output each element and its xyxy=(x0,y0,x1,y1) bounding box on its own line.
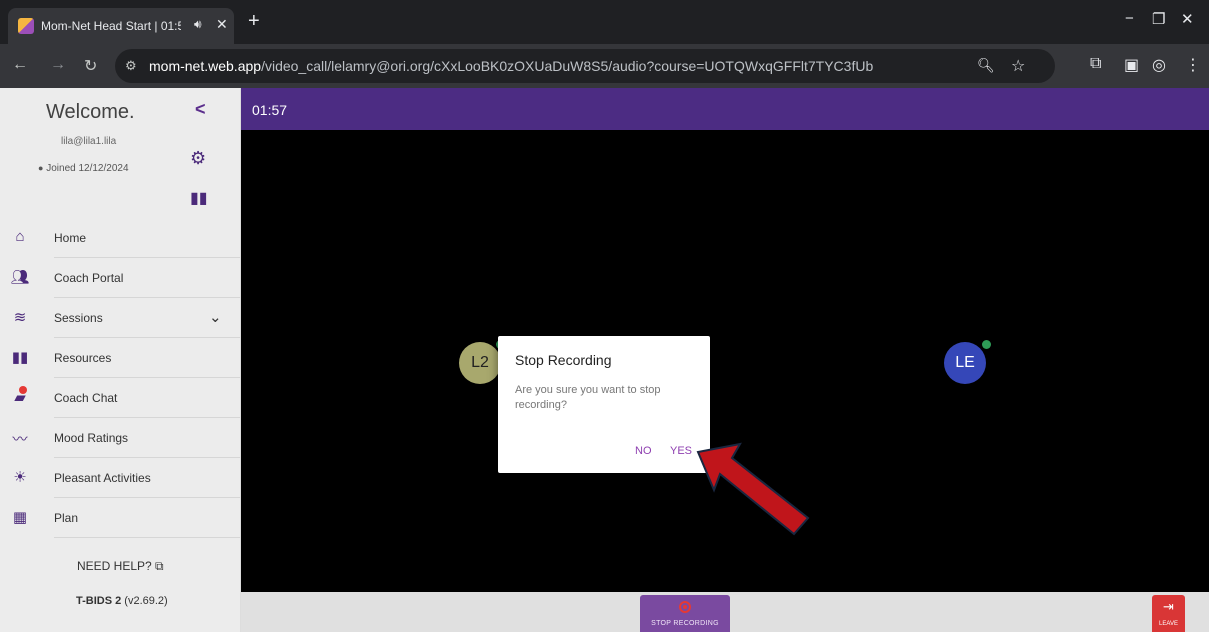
people-icon: 👥︎ xyxy=(10,269,30,286)
user-email: lila@lila1.lila xyxy=(61,136,117,147)
browser-tab-bar: Mom-Net Head Start | 01:5 🔊︎ ✕ + − ❐ ✕ xyxy=(0,0,1209,44)
dot-icon: ● xyxy=(38,163,44,173)
browser-tab[interactable]: Mom-Net Head Start | 01:5 🔊︎ ✕ xyxy=(8,8,234,44)
layers-icon: ≋ xyxy=(13,309,27,326)
sidebar-item-label: Plan xyxy=(54,511,79,525)
sun-icon: ☀ xyxy=(13,469,27,486)
call-controls: STOP RECORDING ⇥ LEAVE xyxy=(241,592,1209,632)
call-timer: 01:57 xyxy=(252,102,288,118)
site-info-icon[interactable]: ⚙ xyxy=(125,58,137,74)
exit-icon: ⇥ xyxy=(1163,599,1174,614)
collapse-sidebar-icon[interactable]: < xyxy=(195,99,206,120)
no-button[interactable]: NO xyxy=(635,445,652,457)
dialog-title: Stop Recording xyxy=(515,352,612,368)
back-icon[interactable]: ← xyxy=(12,56,28,74)
participant-avatar-le[interactable]: LE xyxy=(944,342,986,384)
sidebar-item-coach-portal[interactable]: 👥︎ Coach Portal xyxy=(0,258,240,298)
call-header: 01:57 xyxy=(241,88,1209,130)
online-indicator xyxy=(982,340,991,349)
menu-kebab-icon[interactable]: ⋮ xyxy=(1185,55,1201,75)
close-tab-icon[interactable]: ✕ xyxy=(216,16,228,33)
close-window-icon[interactable]: ✕ xyxy=(1181,10,1194,28)
new-tab-button[interactable]: + xyxy=(248,10,260,33)
annotation-arrow-icon xyxy=(696,442,810,536)
sidebar-item-coach-chat[interactable]: ▰ Coach Chat xyxy=(0,378,240,418)
sidebar-item-pleasant-activities[interactable]: ☀ Pleasant Activities xyxy=(0,458,240,498)
leave-button[interactable]: ⇥ LEAVE xyxy=(1152,595,1185,632)
stop-recording-dialog: Stop Recording Are you sure you want to … xyxy=(498,336,710,473)
sidebar-item-label: Coach Chat xyxy=(54,391,118,405)
participant-avatar-l2[interactable]: L2 xyxy=(459,342,501,384)
trend-icon: 〰 xyxy=(12,431,28,448)
divider xyxy=(54,537,240,538)
zoom-icon[interactable]: 🔍︎ xyxy=(977,57,995,74)
external-link-icon: ⧉ xyxy=(155,559,164,573)
sidebar-item-label: Pleasant Activities xyxy=(54,471,151,485)
reload-icon[interactable]: ↻ xyxy=(84,56,97,76)
sidebar-item-label: Mood Ratings xyxy=(54,431,129,445)
sidebar-item-label: Coach Portal xyxy=(54,271,124,285)
stop-recording-label: STOP RECORDING xyxy=(651,620,719,627)
app-version: T-BIDS 2 (v2.69.2) xyxy=(76,595,168,607)
sidebar-item-mood-ratings[interactable]: 〰 Mood Ratings xyxy=(0,418,240,458)
url-text: mom-net.web.app/video_call/lelamry@ori.o… xyxy=(149,58,874,74)
need-help-link[interactable]: NEED HELP? ⧉ xyxy=(77,559,164,574)
profile-icon[interactable]: ◎ xyxy=(1152,55,1166,75)
stop-recording-button[interactable]: STOP RECORDING xyxy=(640,595,730,632)
sidebar-item-label: Resources xyxy=(54,351,112,365)
audio-icon[interactable]: 🔊︎ xyxy=(194,17,202,32)
sidebar-item-home[interactable]: ⌂ Home xyxy=(0,218,240,258)
leave-label: LEAVE xyxy=(1159,621,1178,627)
address-bar[interactable]: ⚙ mom-net.web.app/video_call/lelamry@ori… xyxy=(115,49,1055,83)
forward-icon[interactable]: → xyxy=(50,56,66,74)
joined-date: ● Joined 12/12/2024 xyxy=(38,163,129,174)
extensions-icon[interactable]: ⧉ xyxy=(1090,55,1101,73)
browser-nav-bar: ← → ↻ ⚙ mom-net.web.app/video_call/lelam… xyxy=(0,44,1209,88)
stats-icon[interactable]: ▮▮ xyxy=(190,188,208,208)
welcome-heading: Welcome. xyxy=(46,101,135,123)
yes-button[interactable]: YES xyxy=(670,445,692,457)
sidebar-item-plan[interactable]: ▦ Plan xyxy=(0,498,240,538)
tab-title: Mom-Net Head Start | 01:5 xyxy=(41,19,181,33)
minimize-icon[interactable]: − xyxy=(1125,10,1134,27)
calendar-icon: ▦ xyxy=(12,509,28,526)
settings-gear-icon[interactable]: ⚙ xyxy=(190,148,206,169)
home-icon: ⌂ xyxy=(15,228,25,245)
sidebar-item-label: Sessions xyxy=(54,311,103,325)
dialog-message: Are you sure you want to stop recording? xyxy=(515,384,661,411)
book-icon: ▮▮ xyxy=(11,349,29,366)
sidebar-item-sessions[interactable]: ≋ Sessions ⌄ xyxy=(0,298,240,338)
favicon-icon xyxy=(18,18,34,34)
sidebar: Welcome. < lila@lila1.lila ● Joined 12/1… xyxy=(0,88,241,632)
side-panel-icon[interactable]: ▣ xyxy=(1124,55,1139,75)
record-icon xyxy=(679,601,691,613)
notification-dot xyxy=(19,386,27,394)
chevron-down-icon[interactable]: ⌄ xyxy=(209,308,222,326)
restore-icon[interactable]: ❐ xyxy=(1152,10,1165,28)
sidebar-item-resources[interactable]: ▮▮ Resources xyxy=(0,338,240,378)
sidebar-item-label: Home xyxy=(54,231,87,245)
bookmark-star-icon[interactable]: ☆ xyxy=(1011,56,1025,76)
